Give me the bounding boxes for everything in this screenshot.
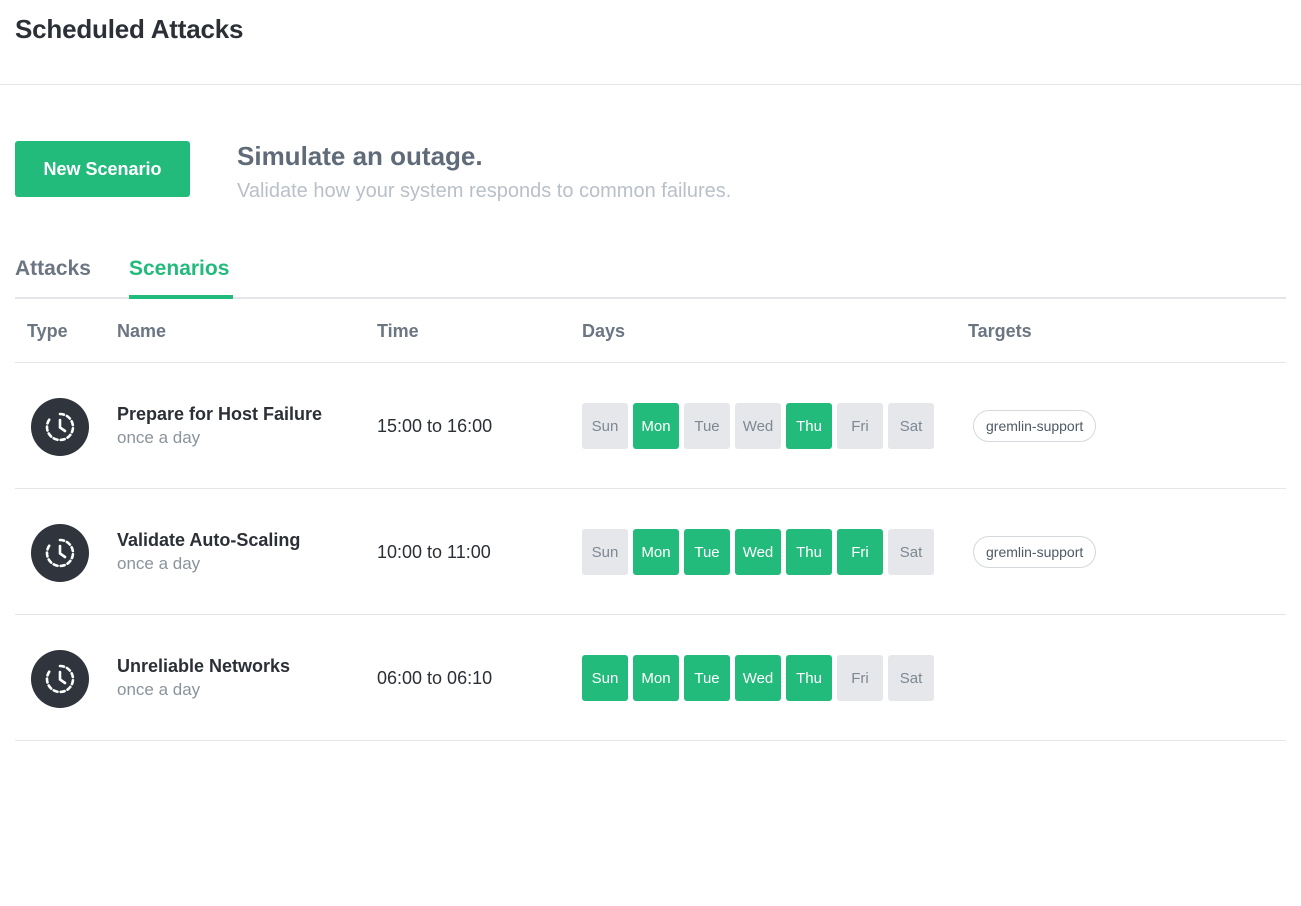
scenarios-table: Type Name Time Days Targets Prepare for … xyxy=(15,300,1286,741)
table-row[interactable]: Validate Auto-Scaling once a day 10:00 to … xyxy=(15,489,1286,615)
day-toggle-mon[interactable]: Mon xyxy=(633,529,679,575)
scenario-frequency: once a day xyxy=(117,428,201,447)
day-toggle-thu[interactable]: Thu xyxy=(786,655,832,701)
day-toggle-tue[interactable]: Tue xyxy=(684,403,730,449)
table-body: Prepare for Host Failure once a day 15:00 … xyxy=(15,363,1286,741)
day-toggle-fri[interactable]: Fri xyxy=(837,655,883,701)
clock-icon xyxy=(31,398,89,456)
target-tag[interactable]: gremlin-support xyxy=(973,536,1097,568)
day-toggle-sun[interactable]: Sun xyxy=(582,403,628,449)
days-selector: Sun Mon Tue Wed Thu Fri Sat xyxy=(582,529,934,575)
day-toggle-thu[interactable]: Thu xyxy=(786,529,832,575)
scenario-name[interactable]: Prepare for Host Failure xyxy=(117,404,322,425)
promo-section: New Scenario Simulate an outage. Validat… xyxy=(15,141,1285,211)
target-tag[interactable]: gremlin-support xyxy=(973,410,1097,442)
scenario-frequency: once a day xyxy=(117,554,201,573)
table-row[interactable]: Unreliable Networks once a day 06:00 to 06… xyxy=(15,615,1286,741)
new-scenario-button[interactable]: New Scenario xyxy=(15,141,190,197)
day-toggle-sat[interactable]: Sat xyxy=(888,529,934,575)
tab-attacks[interactable]: Attacks xyxy=(15,257,91,299)
scenario-name[interactable]: Unreliable Networks xyxy=(117,656,290,677)
page-header: Scheduled Attacks xyxy=(0,0,1301,85)
day-toggle-fri[interactable]: Fri xyxy=(837,403,883,449)
table-row[interactable]: Prepare for Host Failure once a day 15:00 … xyxy=(15,363,1286,489)
days-selector: Sun Mon Tue Wed Thu Fri Sat xyxy=(582,403,934,449)
tab-bar: Attacks Scenarios xyxy=(15,250,1286,299)
column-header-targets: Targets xyxy=(968,321,1032,341)
clock-icon xyxy=(31,650,89,708)
scenario-time: 10:00 to 11:00 xyxy=(377,542,491,562)
day-toggle-sat[interactable]: Sat xyxy=(888,403,934,449)
day-toggle-thu[interactable]: Thu xyxy=(786,403,832,449)
day-toggle-sun[interactable]: Sun xyxy=(582,655,628,701)
day-toggle-sat[interactable]: Sat xyxy=(888,655,934,701)
days-selector: Sun Mon Tue Wed Thu Fri Sat xyxy=(582,655,934,701)
column-header-name: Name xyxy=(117,321,167,341)
scenario-frequency: once a day xyxy=(117,680,201,699)
scenario-name[interactable]: Validate Auto-Scaling xyxy=(117,530,300,551)
day-toggle-wed[interactable]: Wed xyxy=(735,655,781,701)
column-header-time: Time xyxy=(377,321,419,341)
day-toggle-mon[interactable]: Mon xyxy=(633,403,679,449)
column-header-days: Days xyxy=(582,321,626,341)
day-toggle-wed[interactable]: Wed xyxy=(735,529,781,575)
day-toggle-sun[interactable]: Sun xyxy=(582,529,628,575)
clock-icon xyxy=(31,524,89,582)
promo-title: Simulate an outage. xyxy=(237,141,483,171)
scenario-time: 06:00 to 06:10 xyxy=(377,668,493,688)
day-toggle-fri[interactable]: Fri xyxy=(837,529,883,575)
page-title: Scheduled Attacks xyxy=(15,14,244,44)
table-header: Type Name Time Days Targets xyxy=(15,300,1286,363)
column-header-type: Type xyxy=(27,321,68,341)
day-toggle-tue[interactable]: Tue xyxy=(684,529,730,575)
day-toggle-wed[interactable]: Wed xyxy=(735,403,781,449)
promo-subtitle: Validate how your system responds to com… xyxy=(237,180,732,202)
tab-scenarios[interactable]: Scenarios xyxy=(129,257,233,299)
day-toggle-tue[interactable]: Tue xyxy=(684,655,730,701)
day-toggle-mon[interactable]: Mon xyxy=(633,655,679,701)
scenario-time: 15:00 to 16:00 xyxy=(377,416,493,436)
